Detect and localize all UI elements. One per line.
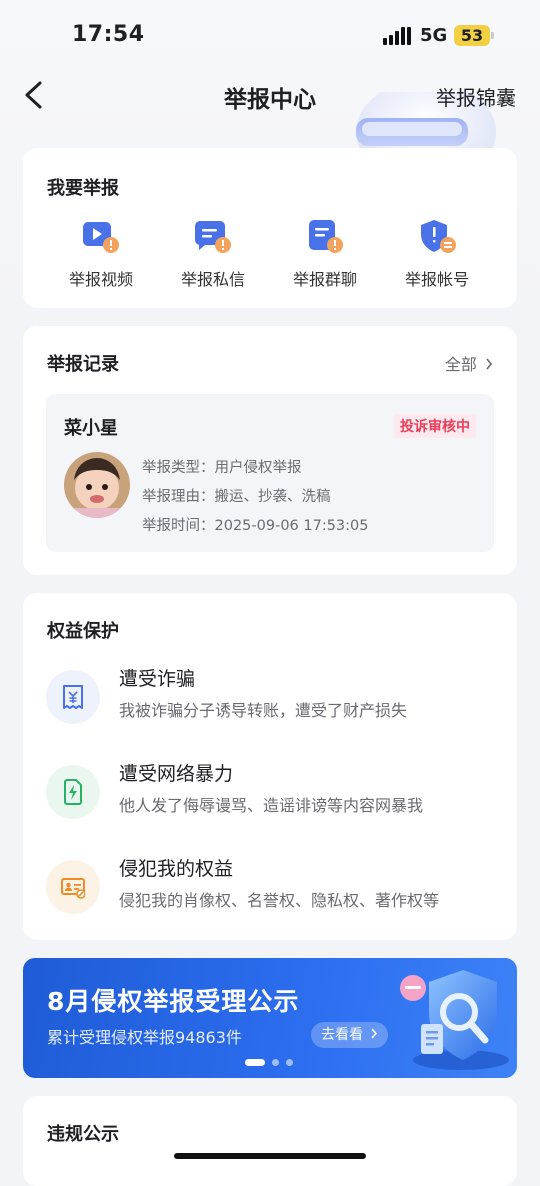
record-type: 举报类型：用户侵权举报 [142,460,302,476]
report-group-label: 举报群聊 [292,270,357,289]
report-account-button[interactable]: 举报帐号 [387,218,487,290]
yuan-receipt-icon [63,685,83,709]
banner-subtitle: 累计受理侵权举报94863件 [47,1028,242,1047]
fraud-title: 遭受诈骗 [119,668,196,690]
status-badge: 投诉审核中 [394,414,476,438]
report-video-button[interactable]: 举报视频 [51,218,151,290]
promo-banner[interactable]: 8月侵权举报受理公示 累计受理侵权举报94863件 去看看 [23,958,517,1078]
home-indicator [174,1153,366,1159]
network-type: 5G [420,25,448,46]
report-group-button[interactable]: 举报群聊 [275,218,375,290]
group-report-icon [309,220,343,253]
status-bar: 17:54 5G 53 [0,0,540,72]
chevron-right-icon [371,1028,378,1039]
fraud-icon-wrap [46,670,100,724]
message-report-icon [195,221,231,253]
banner-cta-button[interactable]: 去看看 [311,1022,389,1048]
report-account-label: 举报帐号 [404,270,469,289]
account-report-icon [421,220,456,253]
banner-cta-label: 去看看 [321,1027,363,1043]
battery-icon: 53 [454,25,490,46]
cyberbullying-icon-wrap [46,765,100,819]
report-message-label: 举报私信 [180,270,245,289]
lightning-document-icon [64,779,82,805]
section-title: 举报记录 [47,354,119,375]
rights-infringement-option[interactable]: 侵犯我的权益 侵犯我的肖像权、名誉权、隐私权、著作权等 [23,858,517,940]
fraud-subtitle: 我被诈骗分子诱导转账，遭受了财产损失 [119,701,408,720]
avatar [64,452,130,518]
section-title: 我要举报 [47,178,119,199]
signal-icon [383,27,411,45]
report-record-item[interactable]: 菜小星 投诉审核中 举报类型：用户侵权举报 举报理由：搬运、抄袭、洗稿 举报时间… [46,394,494,552]
report-records-card: 举报记录 全部 菜小星 投诉审核中 举报类型：用户侵权举报 举报理由：搬运、抄袭… [23,326,517,575]
view-all-label: 全部 [444,355,477,374]
infringement-icon-wrap [46,860,100,914]
section-title: 违规公示 [47,1124,119,1145]
pagination-dot[interactable] [286,1059,293,1066]
status-time: 17:54 [72,22,145,47]
banner-title: 8月侵权举报受理公示 [47,987,300,1016]
record-reason: 举报理由：搬运、抄袭、洗稿 [142,489,331,505]
id-card-icon [61,878,85,899]
view-all-records-link[interactable]: 全部 [445,351,493,375]
violation-notice-card: 违规公示 [23,1096,517,1186]
report-tips-link[interactable]: 举报锦囊 [436,82,516,111]
record-time: 举报时间：2025-09-06 17:53:05 [142,518,369,534]
fraud-option[interactable]: 遭受诈骗 我被诈骗分子诱导转账，遭受了财产损失 [23,668,517,750]
section-title: 权益保护 [47,621,119,642]
cyberbullying-title: 遭受网络暴力 [119,763,234,785]
battery-tip [491,32,494,39]
report-actions-card: 我要举报 举报视频 举报私信 举报群聊 举报帐号 [23,148,517,308]
rights-protection-card: 权益保护 遭受诈骗 我被诈骗分子诱导转账，遭受了财产损失 遭受网络暴力 他人发了… [23,593,517,940]
pagination-dot[interactable] [245,1059,265,1066]
infringement-title: 侵犯我的权益 [119,858,234,880]
cyberbullying-subtitle: 他人发了侮辱谩骂、造谣诽谤等内容网暴我 [119,796,424,815]
chevron-right-icon [486,358,493,370]
shield-magnifier-illustration [400,970,509,1070]
cyberbullying-option[interactable]: 遭受网络暴力 他人发了侮辱谩骂、造谣诽谤等内容网暴我 [23,763,517,845]
pagination-dot[interactable] [272,1059,279,1066]
report-message-button[interactable]: 举报私信 [163,218,263,290]
video-report-icon [83,222,119,253]
record-user-name: 菜小星 [64,418,118,439]
infringement-subtitle: 侵犯我的肖像权、名誉权、隐私权、著作权等 [119,891,440,910]
report-video-label: 举报视频 [68,270,133,289]
